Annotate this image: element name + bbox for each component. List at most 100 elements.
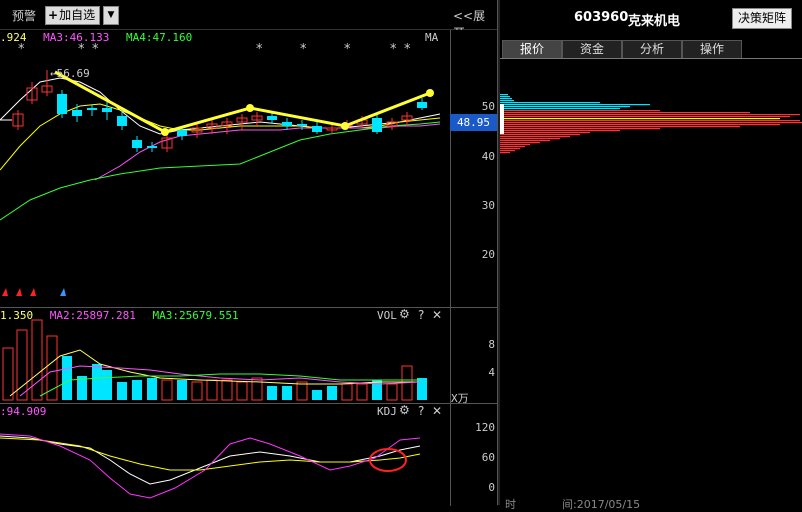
chip-bar	[500, 114, 800, 116]
kdj-axis: 120 60 0	[450, 403, 498, 506]
ma-line	[94, 123, 441, 181]
volume-bar-down	[132, 380, 142, 400]
kdj-chart	[0, 433, 421, 499]
tab-operation[interactable]: 操作	[682, 40, 742, 58]
chip-bar	[500, 122, 802, 124]
buy-signal-icon	[16, 288, 22, 296]
chip-bar	[500, 140, 550, 142]
star-marker: *	[256, 42, 263, 57]
arrow-head-icon	[246, 104, 254, 112]
star-marker: *	[92, 42, 99, 57]
volume-bar-up	[2, 347, 14, 401]
price-tick: 20	[481, 248, 495, 261]
chip-cursor	[500, 104, 504, 134]
star-marker: *	[390, 42, 397, 57]
quote-panel: 603960 克来机电 决策矩阵 报价 资金 分析 操作	[500, 0, 802, 505]
kdj-tick: 60	[481, 451, 495, 464]
chip-bar	[500, 104, 650, 106]
decision-matrix-button[interactable]: 决策矩阵	[732, 8, 792, 29]
tab-funds[interactable]: 资金	[562, 40, 622, 58]
chip-bar	[500, 102, 600, 104]
volume-bar-down	[117, 382, 127, 400]
arrow-head-icon	[341, 122, 349, 130]
buy-signal-icon	[2, 288, 8, 296]
chip-bar	[500, 148, 520, 150]
volume-bar-up	[191, 381, 203, 401]
price-tick: 40	[481, 150, 495, 163]
candle-down	[57, 94, 67, 114]
chip-bar	[500, 152, 510, 154]
price-tick: 30	[481, 199, 495, 212]
chip-bar	[500, 136, 570, 138]
tab-analysis[interactable]: 分析	[622, 40, 682, 58]
volume-bar-up	[386, 383, 398, 401]
candle-down	[147, 146, 157, 148]
candle-down	[297, 124, 307, 126]
kline-panel[interactable]: .924 MA3:46.133 MA4:47.160 MA * * * * * * * * ←…	[0, 30, 450, 307]
volume-bar-up	[236, 381, 248, 401]
candle-down	[72, 110, 82, 116]
kdj-tick: 120	[475, 421, 495, 434]
candle-down	[102, 108, 112, 112]
volume-axis: 8 4 X万	[450, 307, 498, 405]
sell-signal-icon	[60, 288, 66, 296]
chip-bar	[500, 146, 525, 148]
kdj-tick: 0	[488, 481, 495, 494]
volume-bar-up	[296, 381, 308, 401]
chip-bar	[500, 106, 630, 108]
current-price-marker: 48.95	[450, 114, 497, 131]
candle-down	[417, 102, 427, 108]
chip-bar	[500, 128, 660, 130]
ma-line	[0, 121, 441, 221]
chip-bar	[500, 138, 560, 140]
quote-tabs: 报价 资金 分析 操作	[500, 40, 802, 59]
candle-down	[87, 108, 97, 110]
chip-bar	[500, 132, 590, 134]
chip-bar	[500, 116, 790, 118]
volume-bar-up	[206, 379, 218, 401]
volume-bar-up	[356, 383, 368, 401]
volume-bar-down	[327, 386, 337, 400]
volume-bar-up	[341, 383, 353, 401]
tab-quote[interactable]: 报价	[502, 40, 562, 58]
volume-bar-down	[177, 380, 187, 400]
time-label: 时	[505, 498, 516, 511]
volume-bar-down	[417, 378, 427, 400]
date-label: 间:2017/05/15	[562, 498, 641, 511]
candle-down	[312, 126, 322, 132]
kline-price-axis: 50 40 30 20	[450, 30, 498, 307]
chip-bar	[500, 112, 750, 114]
star-marker: *	[18, 42, 25, 57]
plus-icon: +	[48, 8, 59, 22]
candle-down	[372, 118, 382, 132]
chip-bar	[500, 124, 780, 126]
chip-bar	[500, 134, 580, 136]
chip-bar	[500, 142, 540, 144]
candle-down	[267, 116, 277, 120]
volume-chart	[2, 319, 427, 401]
price-tick: 50	[481, 100, 495, 113]
chip-bar	[500, 94, 508, 96]
volume-bar-up	[221, 379, 233, 401]
volume-panel[interactable]: 1.350 MA2:25897.281 MA3:25679.551 VOL ⚙ …	[0, 307, 450, 404]
volume-bar-up	[46, 335, 58, 401]
chip-bar	[500, 126, 740, 128]
volume-bar-down	[282, 386, 292, 400]
chip-bar	[500, 144, 530, 146]
warning-button[interactable]: 预警	[12, 7, 36, 24]
chip-bar	[500, 110, 660, 112]
stock-code: 603960	[574, 10, 629, 25]
kdj-panel[interactable]: :94.909 KDJ ⚙ ? ✕	[0, 403, 450, 506]
add-to-watchlist-button[interactable]: +加自选	[45, 6, 101, 25]
volume-tick: 4	[488, 366, 495, 379]
candle-down	[117, 116, 127, 126]
stock-name: 克来机电	[628, 14, 681, 29]
arrow-head-icon	[426, 89, 434, 97]
volume-bar-up	[31, 319, 43, 401]
chip-bar	[500, 118, 780, 120]
volume-bar-up	[161, 379, 173, 401]
chip-distribution-chart	[500, 94, 802, 154]
volume-bar-down	[102, 370, 112, 400]
candle-down	[177, 130, 187, 136]
watchlist-dropdown-button[interactable]: ▼	[103, 6, 119, 25]
